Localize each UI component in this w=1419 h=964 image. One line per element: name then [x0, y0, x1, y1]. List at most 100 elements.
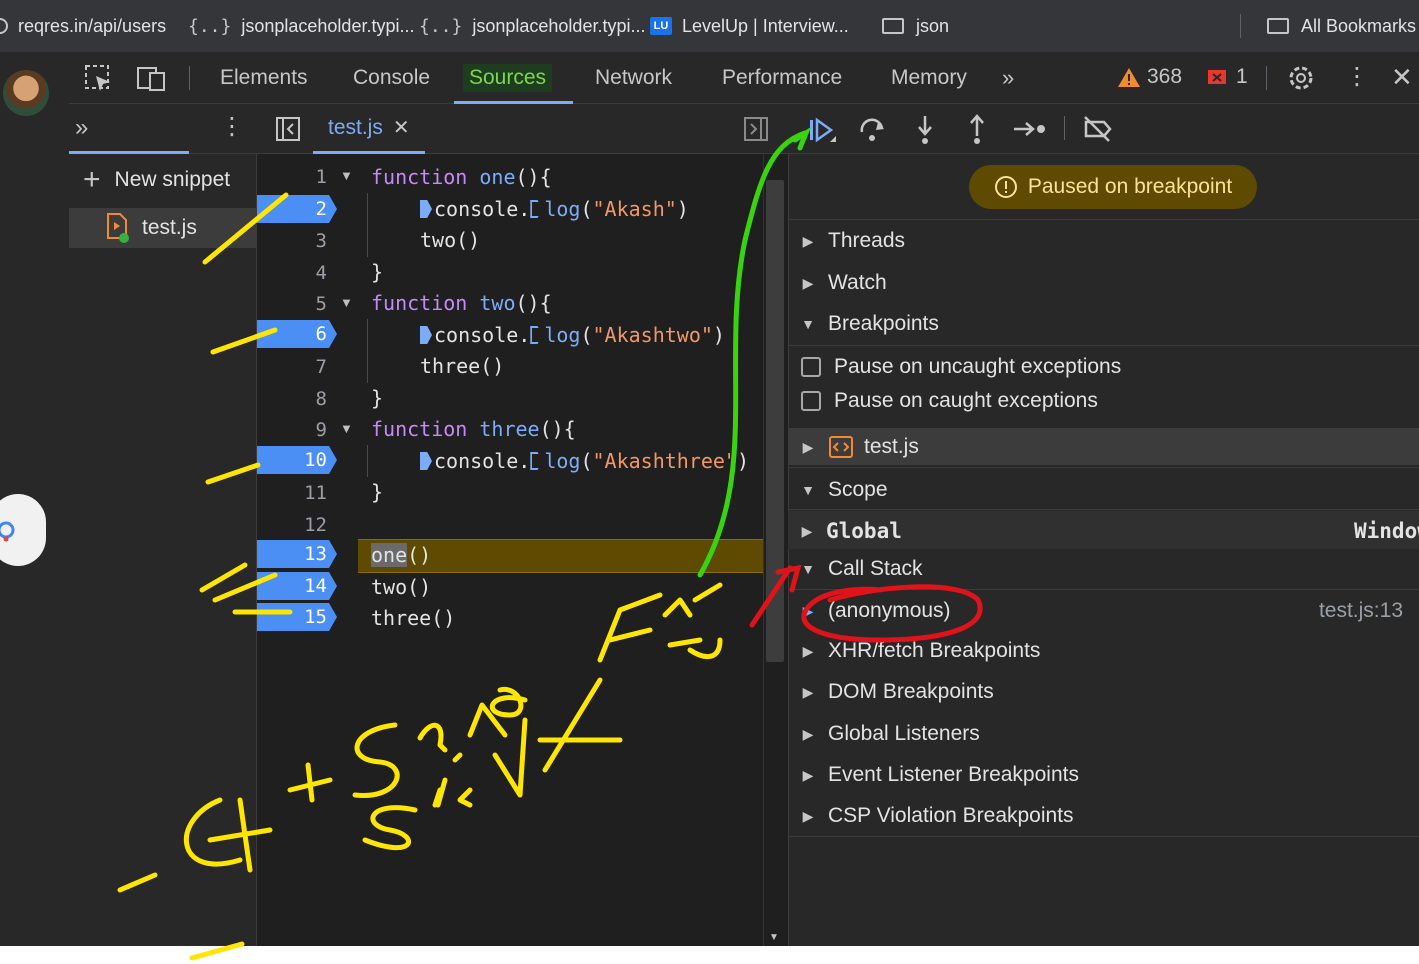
step-out-icon[interactable] [964, 112, 990, 146]
new-snippet-button[interactable]: + New snippet [69, 160, 257, 200]
step-into-icon[interactable] [912, 114, 938, 146]
breakpoint-marker[interactable]: 10 [257, 446, 337, 474]
expand-icon: ▶ [802, 274, 814, 291]
deactivate-breakpoints-icon[interactable] [1082, 114, 1114, 144]
breakpoint-marker[interactable]: 14 [257, 572, 337, 600]
lens-bubble[interactable] [0, 494, 46, 566]
step-over-icon[interactable] [858, 116, 888, 144]
inline-breakpoint-icon[interactable] [530, 452, 543, 470]
call-frame[interactable]: ▶ (anonymous) test.js:13 [788, 591, 1419, 631]
step-icon[interactable] [1012, 116, 1048, 142]
resume-icon[interactable] [806, 116, 838, 146]
line-number[interactable]: 1 [257, 163, 337, 191]
inline-breakpoint-icon[interactable] [530, 326, 543, 344]
errors-counter[interactable]: 1 [1206, 65, 1248, 89]
line-number[interactable]: 9 [257, 416, 337, 444]
google-lens-icon [0, 521, 15, 542]
toggle-navigator-icon[interactable] [275, 116, 301, 142]
bracket-icon: {..} [188, 15, 232, 37]
code-line-paused: one() [371, 543, 432, 567]
scrollbar-thumb[interactable] [766, 180, 784, 662]
divider [1240, 14, 1241, 38]
inline-breakpoint-icon[interactable] [420, 326, 432, 344]
section-event-listener-breakpoints[interactable]: ▶ Event Listener Breakpoints [788, 755, 1419, 795]
section-csp-breakpoints[interactable]: ▶ CSP Violation Breakpoints [788, 796, 1419, 836]
divider [788, 467, 1419, 468]
breakpoint-marker[interactable]: 2 [257, 195, 337, 223]
line-number[interactable]: 8 [257, 385, 337, 413]
tab-console[interactable]: Console [353, 52, 430, 104]
more-tabs-chevron-icon[interactable]: » [1002, 52, 1014, 104]
pause-caught-option[interactable]: Pause on caught exceptions [788, 381, 1419, 421]
more-options-icon[interactable]: ⋮ [220, 113, 244, 141]
folder-icon [882, 18, 904, 34]
collapse-icon: ▼ [801, 561, 815, 577]
line-number[interactable]: 5 [257, 290, 337, 318]
inline-breakpoint-icon[interactable] [420, 200, 432, 218]
fold-icon[interactable]: ▼ [340, 289, 354, 317]
breakpoint-file[interactable]: ▶ test.js [788, 427, 1419, 467]
bookmark-item[interactable]: {..} jsonplaceholder.typi... [419, 0, 645, 52]
bookmark-item[interactable]: reqres.in/api/users [0, 0, 166, 52]
inline-breakpoint-icon[interactable] [530, 200, 543, 218]
tab-elements[interactable]: Elements [220, 52, 308, 104]
section-breakpoints[interactable]: ▼ Breakpoints [788, 304, 1419, 344]
snippet-item[interactable]: test.js [69, 208, 257, 248]
scope-global[interactable]: ▶ Global Window [788, 511, 1419, 551]
section-dom-breakpoints[interactable]: ▶ DOM Breakpoints [788, 672, 1419, 712]
tab-network[interactable]: Network [595, 52, 672, 104]
section-xhr-breakpoints[interactable]: ▶ XHR/fetch Breakpoints [788, 631, 1419, 671]
section-threads[interactable]: ▶ Threads [788, 221, 1419, 261]
expand-icon: ▶ [802, 438, 814, 455]
section-watch[interactable]: ▶ Watch [788, 263, 1419, 303]
tab-sources[interactable]: Sources [463, 52, 553, 104]
divider [788, 836, 1419, 837]
toggle-debugger-icon[interactable] [743, 116, 769, 142]
tab-memory[interactable]: Memory [891, 52, 967, 104]
avatar[interactable] [3, 70, 49, 116]
bookmark-item[interactable]: LU LevelUp | Interview... [650, 0, 849, 52]
fold-icon[interactable]: ▼ [340, 162, 354, 190]
line-number[interactable]: 7 [257, 353, 337, 381]
section-call-stack[interactable]: ▼ Call Stack [788, 549, 1419, 589]
close-icon[interactable]: ✕ [1391, 62, 1413, 92]
indent-guide [367, 319, 368, 383]
tab-performance[interactable]: Performance [722, 52, 842, 104]
close-icon[interactable]: ✕ [393, 115, 410, 140]
breakpoint-marker[interactable]: 13 [257, 540, 337, 568]
plus-icon: + [83, 163, 101, 196]
divider [1266, 66, 1267, 90]
divider [788, 509, 1419, 510]
section-global-listeners[interactable]: ▶ Global Listeners [788, 714, 1419, 754]
inspect-element-icon[interactable] [84, 64, 114, 94]
breakpoint-marker[interactable]: 15 [257, 603, 337, 631]
expand-icon: ▶ [801, 522, 813, 539]
checkbox[interactable] [801, 391, 821, 411]
line-number[interactable]: 11 [257, 479, 337, 507]
checkbox[interactable] [801, 357, 821, 377]
section-scope[interactable]: ▼ Scope [788, 470, 1419, 510]
line-number[interactable]: 12 [257, 511, 337, 539]
line-number[interactable]: 4 [257, 259, 337, 287]
breakpoint-marker[interactable]: 6 [257, 320, 337, 348]
gear-icon[interactable] [1286, 63, 1316, 93]
expand-icon: ▶ [802, 807, 814, 824]
fold-icon[interactable]: ▼ [340, 415, 354, 443]
more-tabs-chevron-icon[interactable]: » [75, 114, 88, 142]
tab-test-js[interactable]: test.js ✕ [313, 104, 425, 154]
warnings-counter[interactable]: 368 [1117, 65, 1182, 89]
page-bottom-edge [0, 946, 1419, 964]
all-bookmarks-button[interactable]: All Bookmarks [1267, 0, 1416, 52]
inline-breakpoint-icon[interactable] [420, 452, 432, 470]
bookmark-item[interactable]: {..} jsonplaceholder.typi... [188, 0, 414, 52]
devtools-toolbar: Elements Console Sources Network Perform… [69, 52, 1419, 104]
code-line: three() [420, 354, 505, 378]
bookmarks-bar: reqres.in/api/users {..} jsonplaceholder… [0, 0, 1419, 52]
more-options-icon[interactable]: ⋮ [1345, 62, 1369, 92]
line-number[interactable]: 3 [257, 227, 337, 255]
bookmark-folder[interactable]: json [882, 0, 949, 52]
expand-icon: ▶ [802, 232, 814, 249]
device-toolbar-icon[interactable] [136, 64, 168, 94]
scroll-down-icon[interactable]: ▼ [769, 932, 779, 943]
expand-icon: ▶ [802, 766, 814, 783]
